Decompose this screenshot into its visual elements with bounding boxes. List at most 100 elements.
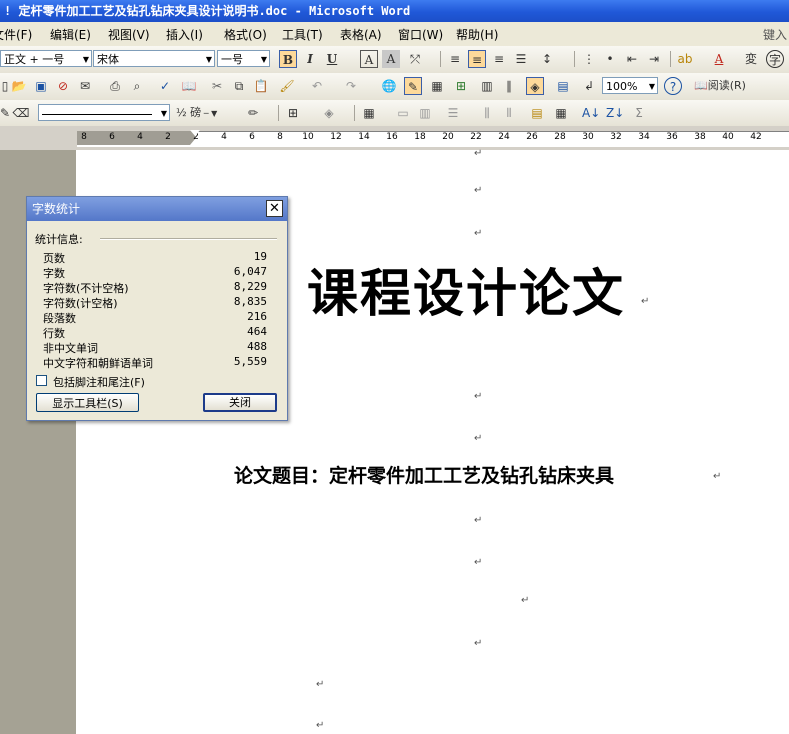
menu-table[interactable]: 表格(A): [340, 26, 382, 43]
save-icon[interactable]: ▣: [32, 77, 50, 95]
autosum-icon[interactable]: Σ: [630, 104, 648, 122]
shading-color-icon[interactable]: ◈: [320, 104, 338, 122]
menu-view[interactable]: 视图(V): [108, 26, 150, 43]
email-icon[interactable]: ✉: [76, 77, 94, 95]
first-line-indent-marker[interactable]: [190, 130, 200, 136]
menu-format[interactable]: 格式(O): [224, 26, 267, 43]
menu-file[interactable]: 文件(F): [0, 26, 32, 43]
include-footnotes-label[interactable]: 包括脚注和尾注(F): [53, 374, 145, 390]
read-mode-button[interactable]: 📖阅读(R): [694, 77, 754, 95]
italic-icon[interactable]: I: [301, 50, 319, 68]
print-preview-icon[interactable]: ⌕: [128, 77, 146, 95]
character-scaling-icon[interactable]: ⤱: [406, 50, 424, 68]
align-justify-icon[interactable]: ≡: [446, 50, 464, 68]
underline-icon[interactable]: U: [323, 50, 341, 68]
align-center-icon[interactable]: ≡: [468, 50, 486, 68]
copy-icon[interactable]: ⧉: [230, 77, 248, 95]
character-border-icon[interactable]: A: [360, 50, 378, 68]
horizontal-ruler[interactable]: 8 6 4 2 2 4 6 8 10 12 14 16 18 20 22 24 26 28 30 32 34 36 38 40…: [0, 126, 789, 150]
stat-value-chars-no-spaces: 8,229: [233, 280, 267, 293]
open-folder-icon[interactable]: 📂: [10, 77, 28, 95]
menu-tools[interactable]: 工具(T): [282, 26, 323, 43]
distribute-rows-icon[interactable]: ⫼: [478, 104, 496, 122]
distributed-align-icon[interactable]: ☰: [512, 50, 530, 68]
stat-value-non-chinese-words: 488: [247, 340, 267, 353]
line-style-select[interactable]: ▼: [38, 104, 170, 121]
merge-cells-icon[interactable]: ▭: [394, 104, 412, 122]
split-cells-icon[interactable]: ▥: [416, 104, 434, 122]
paragraph-mark: ↵: [521, 595, 530, 606]
align-right-icon[interactable]: ≡: [490, 50, 508, 68]
insert-table-icon[interactable]: ▦: [360, 104, 378, 122]
stat-label-pages: 页数: [43, 252, 65, 265]
research-icon[interactable]: 📖: [180, 77, 198, 95]
phonetic-guide-icon[interactable]: 変: [742, 50, 760, 68]
spelling-icon[interactable]: ✓: [156, 77, 174, 95]
style-select[interactable]: 正文 + 一号 ▼: [0, 50, 92, 67]
menu-edit[interactable]: 编辑(E): [50, 26, 91, 43]
permission-icon[interactable]: ⊘: [54, 77, 72, 95]
stat-label-paragraphs: 段落数: [43, 312, 76, 325]
drawing-icon[interactable]: ◈: [526, 77, 544, 95]
zoom-select[interactable]: 100% ▼: [602, 77, 658, 94]
highlight-icon[interactable]: ab: [676, 50, 694, 68]
close-icon[interactable]: ✕: [266, 200, 283, 217]
character-shading-icon[interactable]: A: [382, 50, 400, 68]
eraser-icon[interactable]: ⌫: [12, 104, 30, 122]
hanging-indent-marker[interactable]: [190, 139, 200, 145]
menu-help[interactable]: 帮助(H): [456, 26, 498, 43]
outside-border-icon[interactable]: ⊞: [284, 104, 302, 122]
font-select[interactable]: 宋体 ▼: [93, 50, 215, 67]
increase-indent-icon[interactable]: ⇥: [645, 50, 663, 68]
table-autoformat-icon[interactable]: ▤: [528, 104, 546, 122]
bullets-icon[interactable]: •: [601, 50, 619, 68]
standard-toolbar: ▯ 📂 ▣ ⊘ ✉ ⎙ ⌕ ✓ 📖 ✂ ⧉ 📋 🖌 ↶ ↷ 🌐 ✎ ▦ ⊞ ▥ …: [0, 73, 789, 101]
columns-alt-icon[interactable]: ∥: [500, 77, 518, 95]
right-indent-marker[interactable]: [745, 138, 755, 145]
tables-borders-icon[interactable]: ✎: [404, 77, 422, 95]
enclose-characters-icon[interactable]: 字: [766, 50, 784, 68]
include-footnotes-checkbox[interactable]: [36, 375, 47, 386]
numbering-icon[interactable]: ⋮: [580, 50, 598, 68]
ruler-tick-label: 28: [554, 132, 566, 142]
line-weight-select[interactable]: ½ 磅 ─ ▼: [176, 104, 240, 122]
hyperlink-icon[interactable]: 🌐: [380, 77, 398, 95]
help-search-hint[interactable]: 键入: [763, 26, 787, 43]
line-weight-value: ½ 磅: [176, 106, 202, 119]
help-icon[interactable]: ?: [664, 77, 682, 95]
show-hide-icon[interactable]: ↲: [580, 77, 598, 95]
show-toolbar-button[interactable]: 显示工具栏(S): [36, 393, 139, 412]
distribute-columns-icon[interactable]: ⫴: [500, 104, 518, 122]
font-color-icon[interactable]: A: [710, 50, 728, 68]
ruler-tick-label: 40: [722, 132, 734, 142]
border-color-icon[interactable]: ✏: [244, 104, 262, 122]
redo-icon[interactable]: ↷: [342, 77, 360, 95]
dialog-title-bar[interactable]: 字数统计 ✕: [27, 197, 287, 221]
insert-table-icon[interactable]: ▦: [428, 77, 446, 95]
align-cell-icon[interactable]: ☰: [444, 104, 462, 122]
menu-insert[interactable]: 插入(I): [166, 26, 203, 43]
columns-icon[interactable]: ▥: [478, 77, 496, 95]
ruler-tick-label: 8: [81, 132, 87, 142]
ruler-tick-label: 2: [165, 132, 171, 142]
paragraph-mark: ↵: [474, 228, 483, 239]
insert-excel-icon[interactable]: ⊞: [452, 77, 470, 95]
menu-window[interactable]: 窗口(W): [398, 26, 443, 43]
stat-label-non-chinese-words: 非中文单词: [43, 342, 98, 355]
line-spacing-icon[interactable]: ↕: [538, 50, 556, 68]
format-painter-icon[interactable]: 🖌: [278, 77, 296, 95]
title-bar: ! 定杆零件加工工艺及钻孔钻床夹具设计说明书.doc - Microsoft W…: [0, 0, 789, 22]
cut-icon[interactable]: ✂: [208, 77, 226, 95]
document-map-icon[interactable]: ▤: [554, 77, 572, 95]
decrease-indent-icon[interactable]: ⇤: [623, 50, 641, 68]
print-icon[interactable]: ⎙: [106, 77, 124, 95]
sort-descending-icon[interactable]: Z↓: [606, 104, 624, 122]
close-button[interactable]: 关闭: [203, 393, 277, 412]
undo-icon[interactable]: ↶: [308, 77, 326, 95]
font-size-select[interactable]: 一号 ▼: [217, 50, 270, 67]
bold-icon[interactable]: B: [279, 50, 297, 68]
paste-icon[interactable]: 📋: [252, 77, 270, 95]
stat-label-words: 字数: [43, 267, 65, 280]
sort-ascending-icon[interactable]: A↓: [582, 104, 600, 122]
autofit-icon[interactable]: ▦: [552, 104, 570, 122]
